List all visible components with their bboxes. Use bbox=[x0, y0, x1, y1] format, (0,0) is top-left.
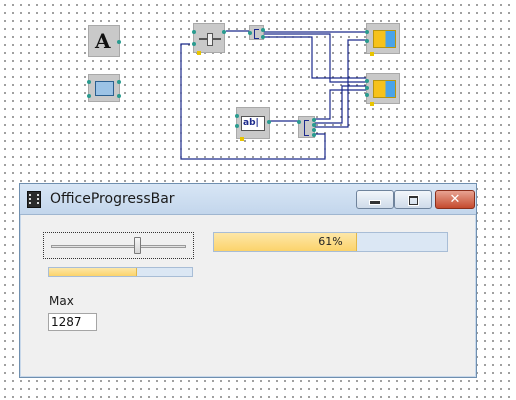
small-progress-bar bbox=[48, 267, 193, 277]
input-pin[interactable] bbox=[365, 93, 369, 97]
slider-thumb-icon bbox=[207, 33, 213, 46]
output-pin[interactable] bbox=[117, 40, 121, 44]
value-slider[interactable] bbox=[43, 232, 194, 259]
input-pin[interactable] bbox=[248, 31, 252, 35]
close-button[interactable]: ✕ bbox=[435, 190, 475, 209]
main-progress-bar: 61% bbox=[213, 232, 448, 252]
main-progress-text: 61% bbox=[318, 235, 343, 248]
input-pin[interactable] bbox=[297, 120, 301, 124]
output-pin[interactable] bbox=[312, 128, 316, 132]
slider-node[interactable] bbox=[192, 23, 226, 55]
progressbar-node-2[interactable] bbox=[365, 73, 400, 106]
input-pin[interactable] bbox=[235, 124, 239, 128]
event-pin[interactable] bbox=[197, 51, 201, 55]
output-pin[interactable] bbox=[261, 35, 265, 39]
output-pin[interactable] bbox=[267, 120, 271, 124]
output-pin[interactable] bbox=[222, 30, 226, 34]
film-strip-icon bbox=[27, 191, 41, 208]
close-icon: ✕ bbox=[449, 192, 461, 207]
input-pin[interactable] bbox=[87, 80, 91, 84]
input-pin[interactable] bbox=[87, 94, 91, 98]
input-pin[interactable] bbox=[365, 79, 369, 83]
minimize-icon bbox=[369, 199, 381, 205]
output-pin[interactable] bbox=[312, 133, 316, 137]
input-pin[interactable] bbox=[192, 42, 196, 46]
output-pin[interactable] bbox=[312, 118, 316, 122]
maximize-button[interactable] bbox=[394, 190, 432, 209]
output-pin[interactable] bbox=[312, 123, 316, 127]
input-pin[interactable] bbox=[235, 114, 239, 118]
event-pin[interactable] bbox=[240, 137, 244, 141]
splitter-node-top[interactable] bbox=[248, 25, 265, 40]
window-icon bbox=[95, 81, 114, 96]
progressbar-node-1[interactable] bbox=[365, 23, 400, 56]
window-title: OfficeProgressBar bbox=[50, 191, 175, 207]
splitter-node-bottom[interactable] bbox=[297, 116, 316, 138]
preview-window: OfficeProgressBar ✕ 61% Max bbox=[19, 183, 477, 378]
max-value-input[interactable] bbox=[48, 313, 97, 331]
max-label: Max bbox=[49, 294, 74, 308]
input-pin[interactable] bbox=[365, 39, 369, 43]
progress-bar-icon bbox=[373, 80, 396, 98]
output-pin[interactable] bbox=[261, 28, 265, 32]
slider-thumb[interactable] bbox=[134, 237, 142, 254]
title-bar[interactable]: OfficeProgressBar ✕ bbox=[20, 184, 476, 215]
text-label-node[interactable]: A bbox=[88, 25, 121, 57]
output-pin[interactable] bbox=[117, 80, 121, 84]
output-pin[interactable] bbox=[117, 94, 121, 98]
text-field-icon: ab| bbox=[241, 116, 265, 131]
minimize-button[interactable] bbox=[356, 190, 394, 209]
input-pin[interactable] bbox=[365, 86, 369, 90]
splitter-icon bbox=[254, 29, 259, 39]
slider-track bbox=[51, 245, 186, 248]
small-progress-fill bbox=[49, 268, 138, 276]
event-pin[interactable] bbox=[370, 52, 374, 56]
splitter-icon bbox=[304, 120, 309, 136]
progress-bar-icon bbox=[373, 30, 396, 48]
event-pin[interactable] bbox=[370, 102, 374, 106]
input-pin[interactable] bbox=[192, 30, 196, 34]
maximize-icon bbox=[408, 195, 418, 205]
input-pin[interactable] bbox=[365, 30, 369, 34]
panel-node[interactable] bbox=[87, 74, 121, 102]
textbox-node[interactable]: ab| bbox=[235, 107, 271, 141]
letter-a-icon: A bbox=[95, 29, 111, 53]
